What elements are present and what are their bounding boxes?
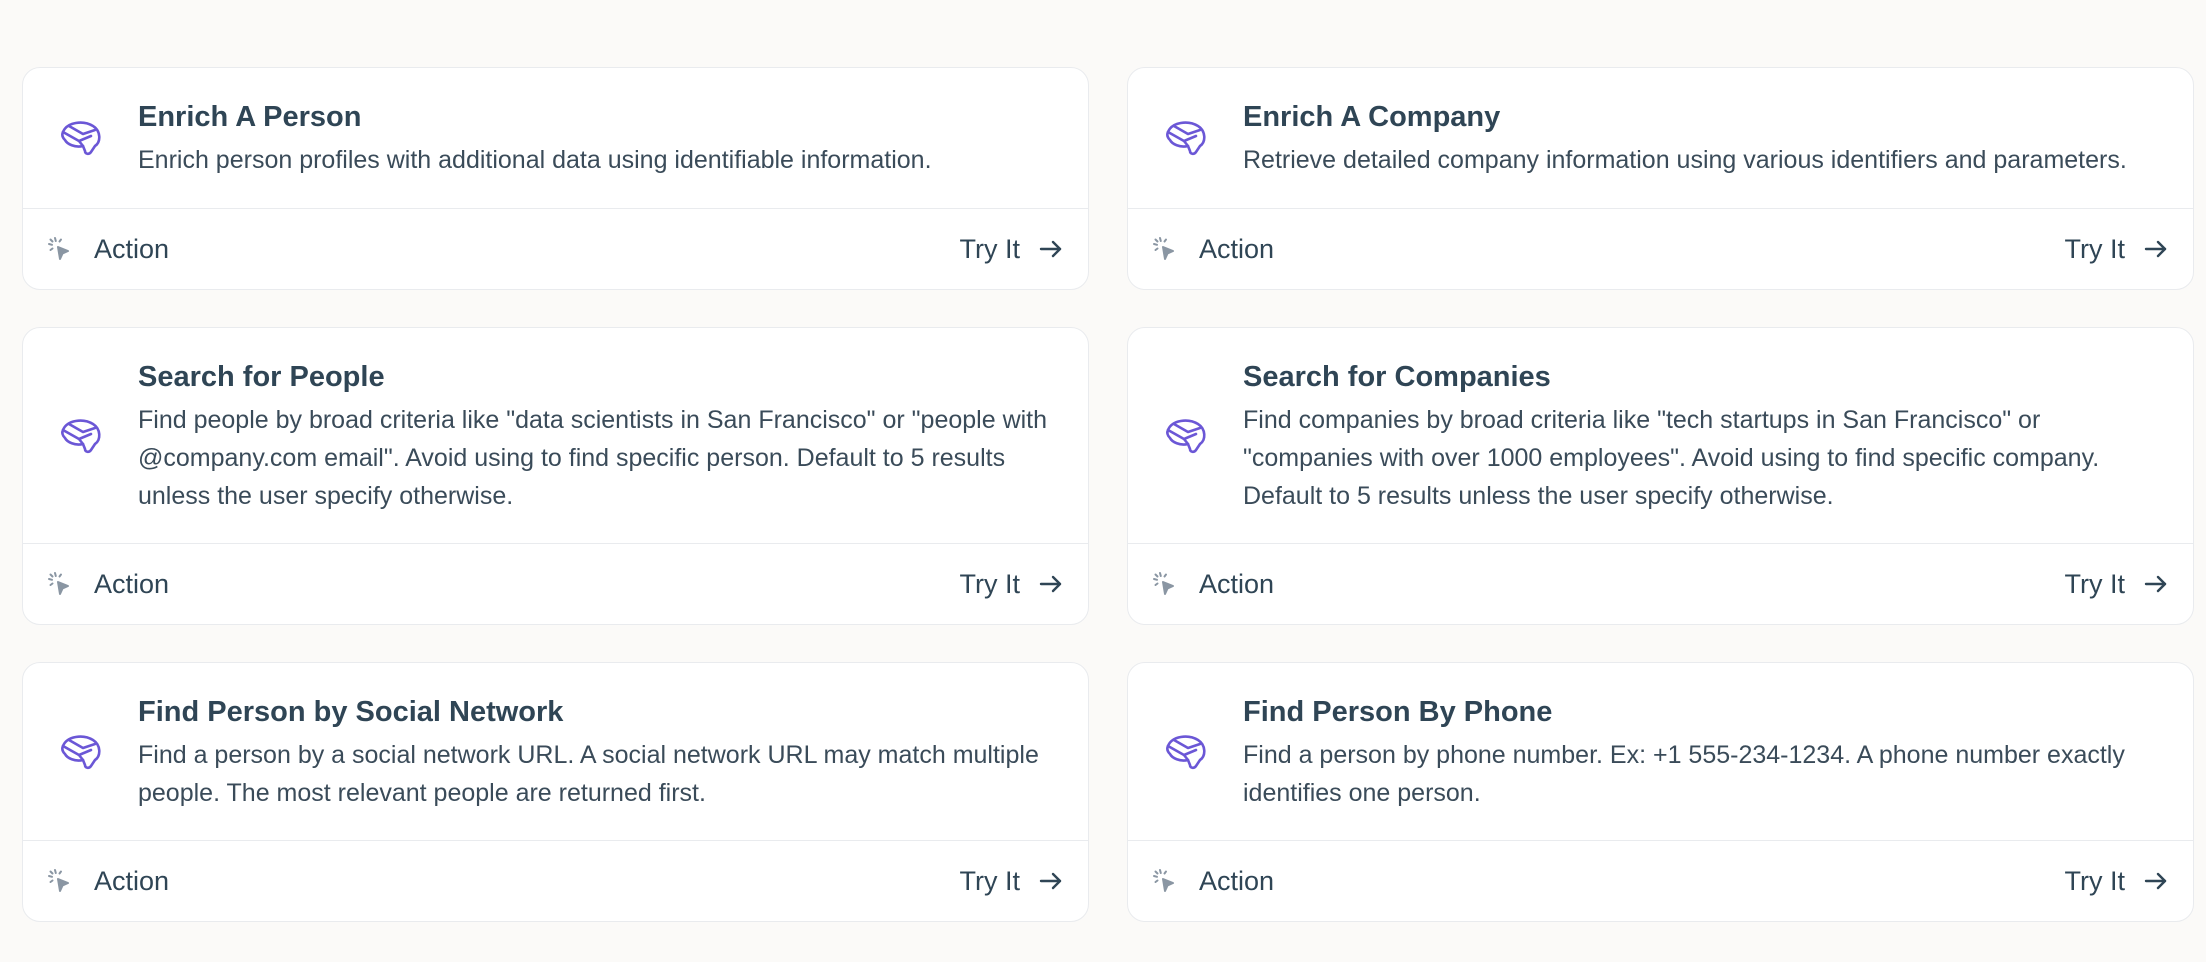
action-type: Action — [1152, 866, 1274, 897]
action-card-search-people: Search for People Find people by broad c… — [22, 327, 1089, 625]
arrow-right-icon — [2143, 235, 2171, 263]
card-body: Search for Companies Find companies by b… — [1128, 328, 2193, 543]
brain-logo-icon — [56, 113, 106, 163]
card-footer: Action Try It — [1128, 543, 2193, 624]
card-description: Find companies by broad criteria like "t… — [1243, 405, 2100, 510]
cursor-click-icon — [47, 570, 75, 598]
try-it-label: Try It — [959, 233, 1021, 264]
card-text: Enrich A Company Retrieve detailed compa… — [1243, 97, 2167, 179]
card-text: Find Person By Phone Find a person by ph… — [1243, 692, 2167, 812]
card-text: Search for Companies Find companies by b… — [1243, 357, 2167, 515]
action-type-label: Action — [1199, 568, 1275, 599]
card-description: Find people by broad criteria like "data… — [138, 405, 1048, 510]
brain-logo-icon — [1161, 113, 1211, 163]
try-it-button[interactable]: Try It — [2065, 866, 2172, 897]
action-type: Action — [1152, 234, 1274, 265]
try-it-button[interactable]: Try It — [960, 569, 1067, 600]
action-type: Action — [47, 569, 169, 600]
action-card-find-person-social: Find Person by Social Network Find a per… — [22, 662, 1089, 922]
try-it-button[interactable]: Try It — [2065, 234, 2172, 265]
cursor-click-icon — [1152, 570, 1180, 598]
card-body: Search for People Find people by broad c… — [23, 328, 1088, 543]
card-footer: Action Try It — [23, 543, 1088, 624]
cursor-click-icon — [47, 867, 75, 895]
action-type: Action — [47, 234, 169, 265]
action-type: Action — [47, 866, 169, 897]
card-text: Enrich A Person Enrich person profiles w… — [138, 97, 1062, 179]
action-card-search-companies: Search for Companies Find companies by b… — [1127, 327, 2194, 625]
brain-logo-icon — [56, 411, 106, 461]
card-body: Find Person By Phone Find a person by ph… — [1128, 663, 2193, 840]
card-body: Find Person by Social Network Find a per… — [23, 663, 1088, 840]
try-it-label: Try It — [959, 865, 1021, 896]
card-text: Search for People Find people by broad c… — [138, 357, 1062, 515]
try-it-label: Try It — [2064, 233, 2126, 264]
brain-logo-icon — [1161, 411, 1211, 461]
try-it-label: Try It — [2064, 568, 2126, 599]
card-title: Find Person by Social Network — [138, 695, 564, 728]
arrow-right-icon — [1038, 867, 1066, 895]
card-footer: Action Try It — [23, 840, 1088, 921]
action-card-enrich-person: Enrich A Person Enrich person profiles w… — [22, 67, 1089, 290]
cursor-click-icon — [1152, 867, 1180, 895]
card-body: Enrich A Person Enrich person profiles w… — [23, 68, 1088, 208]
action-type-label: Action — [1199, 233, 1275, 264]
try-it-label: Try It — [959, 568, 1021, 599]
try-it-button[interactable]: Try It — [960, 866, 1067, 897]
arrow-right-icon — [2143, 867, 2171, 895]
card-title: Search for People — [138, 360, 385, 393]
action-type-label: Action — [94, 568, 170, 599]
action-type: Action — [1152, 569, 1274, 600]
action-card-enrich-company: Enrich A Company Retrieve detailed compa… — [1127, 67, 2194, 290]
card-description: Find a person by a social network URL. A… — [138, 740, 1039, 807]
action-type-label: Action — [94, 233, 170, 264]
action-type-label: Action — [94, 865, 170, 896]
brain-logo-icon — [1161, 727, 1211, 777]
actions-grid: Enrich A Person Enrich person profiles w… — [22, 67, 2194, 922]
card-description: Find a person by phone number. Ex: +1 55… — [1243, 740, 2125, 807]
card-footer: Action Try It — [1128, 840, 2193, 921]
action-card-find-person-phone: Find Person By Phone Find a person by ph… — [1127, 662, 2194, 922]
card-description: Retrieve detailed company information us… — [1243, 146, 2127, 174]
card-title: Find Person By Phone — [1243, 695, 1553, 728]
arrow-right-icon — [1038, 235, 1066, 263]
try-it-button[interactable]: Try It — [2065, 569, 2172, 600]
card-footer: Action Try It — [23, 208, 1088, 289]
card-title: Enrich A Person — [138, 101, 362, 133]
card-title: Enrich A Company — [1243, 101, 1501, 133]
cursor-click-icon — [47, 235, 75, 263]
card-title: Search for Companies — [1243, 360, 1551, 393]
try-it-button[interactable]: Try It — [960, 234, 1067, 265]
brain-logo-icon — [56, 727, 106, 777]
card-body: Enrich A Company Retrieve detailed compa… — [1128, 68, 2193, 208]
card-description: Enrich person profiles with additional d… — [138, 146, 932, 174]
try-it-label: Try It — [2064, 865, 2126, 896]
arrow-right-icon — [2143, 570, 2171, 598]
card-footer: Action Try It — [1128, 208, 2193, 289]
arrow-right-icon — [1038, 570, 1066, 598]
cursor-click-icon — [1152, 235, 1180, 263]
card-text: Find Person by Social Network Find a per… — [138, 692, 1062, 812]
action-type-label: Action — [1199, 865, 1275, 896]
